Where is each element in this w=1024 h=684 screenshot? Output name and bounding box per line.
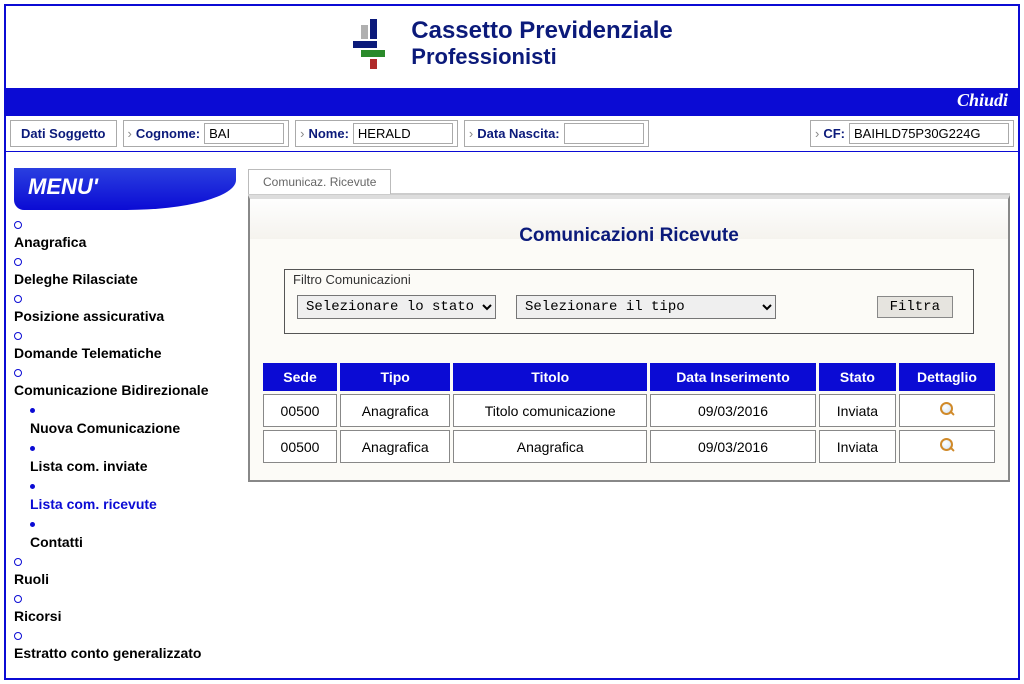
menu-item-estratto[interactable]: Estratto conto generalizzato — [14, 627, 236, 664]
menu-item-domande[interactable]: Domande Telematiche — [14, 327, 236, 364]
chevron-right-icon: › — [469, 126, 473, 141]
nome-field-group: › Nome: — [295, 120, 458, 147]
chevron-right-icon: › — [300, 126, 304, 141]
filter-button[interactable]: Filtra — [877, 296, 953, 318]
chevron-right-icon: › — [815, 126, 819, 141]
submenu-item-inviate[interactable]: Lista com. inviate — [14, 439, 236, 477]
content-panel: Comunicazioni Ricevute Filtro Comunicazi… — [248, 195, 1010, 482]
cell-stato: Inviata — [819, 430, 896, 463]
table-row: 00500 Anagrafica Titolo comunicazione 09… — [263, 394, 995, 427]
magnifier-icon[interactable] — [939, 401, 955, 417]
cell-titolo: Titolo comunicazione — [453, 394, 647, 427]
submenu-item-contatti[interactable]: Contatti — [14, 515, 236, 553]
th-tipo: Tipo — [340, 363, 450, 391]
data-nascita-field-group: › Data Nascita: — [464, 120, 649, 147]
th-dettaglio: Dettaglio — [899, 363, 995, 391]
comunicazioni-table: Sede Tipo Titolo Data Inserimento Stato … — [260, 360, 998, 466]
nome-label: Nome: — [308, 126, 348, 141]
menu-item-comunicazione[interactable]: Comunicazione Bidirezionale — [14, 364, 236, 401]
nome-input[interactable] — [353, 123, 453, 144]
close-bar: Chiudi — [6, 88, 1018, 115]
cognome-field-group: › Cognome: — [123, 120, 290, 147]
cf-input[interactable] — [849, 123, 1009, 144]
chevron-right-icon: › — [128, 126, 132, 141]
filter-stato-select[interactable]: Selezionare lo stato — [297, 295, 496, 319]
panel-title: Comunicazioni Ricevute — [260, 207, 998, 269]
tab-strip: Comunicaz. Ricevute — [248, 168, 1010, 195]
dati-soggetto-bar: Dati Soggetto › Cognome: › Nome: › Data … — [6, 115, 1018, 152]
filter-box: Filtro Comunicazioni Selezionare lo stat… — [284, 269, 974, 334]
app-title-line2: Professionisti — [411, 44, 672, 70]
cognome-label: Cognome: — [136, 126, 200, 141]
cell-dettaglio — [899, 430, 995, 463]
tab-comunicazioni-ricevute[interactable]: Comunicaz. Ricevute — [248, 169, 391, 194]
cell-sede: 00500 — [263, 430, 337, 463]
submenu-item-nuova[interactable]: Nuova Comunicazione — [14, 401, 236, 439]
sidebar-menu: MENU' Anagrafica Deleghe Rilasciate Posi… — [14, 168, 236, 664]
menu-item-anagrafica[interactable]: Anagrafica — [14, 216, 236, 253]
th-stato: Stato — [819, 363, 896, 391]
data-nascita-input[interactable] — [564, 123, 644, 144]
cell-tipo: Anagrafica — [340, 394, 450, 427]
menu-item-ruoli[interactable]: Ruoli — [14, 553, 236, 590]
filter-legend: Filtro Comunicazioni — [285, 268, 973, 287]
cell-titolo: Anagrafica — [453, 430, 647, 463]
cognome-input[interactable] — [204, 123, 284, 144]
app-title-line1: Cassetto Previdenziale — [411, 18, 672, 44]
app-header: Cassetto Previdenziale Professionisti — [6, 6, 1018, 88]
cf-label: CF: — [823, 126, 845, 141]
close-link[interactable]: Chiudi — [957, 90, 1008, 110]
th-titolo: Titolo — [453, 363, 647, 391]
menu-item-posizione[interactable]: Posizione assicurativa — [14, 290, 236, 327]
cell-dettaglio — [899, 394, 995, 427]
cell-data: 09/03/2016 — [650, 394, 816, 427]
magnifier-icon[interactable] — [939, 437, 955, 453]
dati-soggetto-title: Dati Soggetto — [10, 120, 117, 147]
app-frame: Cassetto Previdenziale Professionisti Ch… — [4, 4, 1020, 680]
th-data: Data Inserimento — [650, 363, 816, 391]
cell-data: 09/03/2016 — [650, 430, 816, 463]
cell-stato: Inviata — [819, 394, 896, 427]
cell-tipo: Anagrafica — [340, 430, 450, 463]
cell-sede: 00500 — [263, 394, 337, 427]
table-row: 00500 Anagrafica Anagrafica 09/03/2016 I… — [263, 430, 995, 463]
th-sede: Sede — [263, 363, 337, 391]
app-logo-icon — [351, 19, 401, 69]
filter-tipo-select[interactable]: Selezionare il tipo — [516, 295, 776, 319]
menu-header: MENU' — [14, 168, 236, 210]
menu-item-deleghe[interactable]: Deleghe Rilasciate — [14, 253, 236, 290]
cf-field-group: › CF: — [810, 120, 1014, 147]
submenu-item-ricevute[interactable]: Lista com. ricevute — [14, 477, 236, 515]
menu-item-ricorsi[interactable]: Ricorsi — [14, 590, 236, 627]
data-nascita-label: Data Nascita: — [477, 126, 559, 141]
